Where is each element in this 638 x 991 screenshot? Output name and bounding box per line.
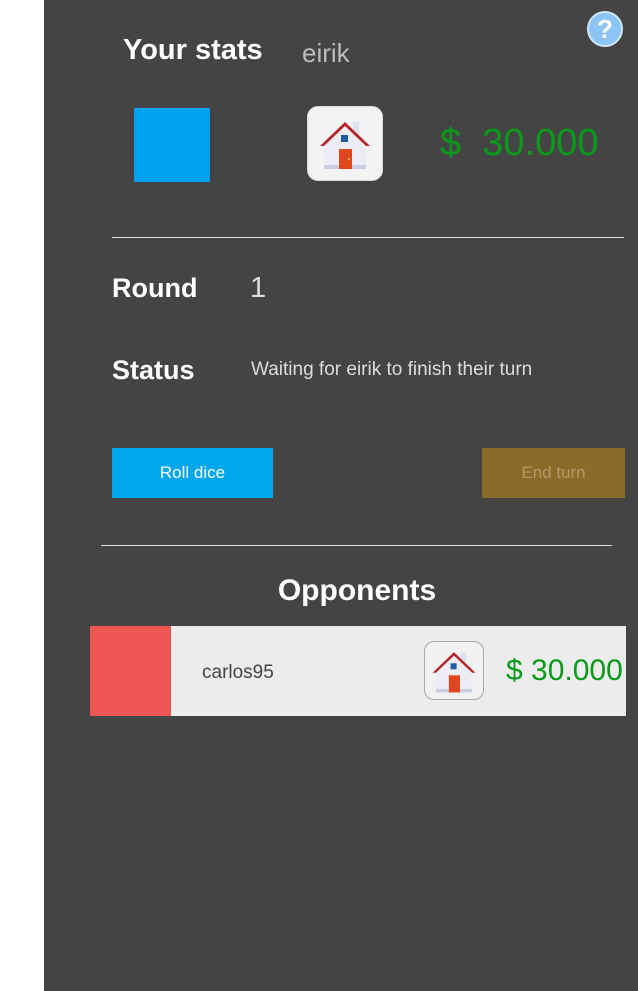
opponent-name: carlos95 [202, 662, 274, 683]
house-icon[interactable] [307, 106, 383, 181]
help-button[interactable]: ? [587, 11, 623, 47]
end-turn-button[interactable]: End turn [482, 448, 625, 498]
your-stats-title: Your stats [123, 34, 263, 66]
opponent-money: $ 30.000 [506, 654, 623, 687]
round-label: Round [112, 273, 198, 303]
roll-dice-button[interactable]: Roll dice [112, 448, 273, 498]
player-username: eirik [302, 38, 350, 68]
opponent-row: carlos95 $ 30.000 [90, 626, 626, 716]
opponents-title: Opponents [277, 574, 437, 607]
divider [101, 545, 612, 546]
player-color-swatch [134, 108, 210, 182]
opponent-color-swatch [90, 626, 171, 716]
round-value: 1 [250, 272, 267, 304]
status-value: Waiting for eirik to finish their turn [251, 359, 533, 380]
status-label: Status [112, 355, 195, 385]
player-money: $ 30.000 [440, 122, 599, 164]
divider [112, 237, 624, 238]
house-icon[interactable] [424, 641, 484, 700]
